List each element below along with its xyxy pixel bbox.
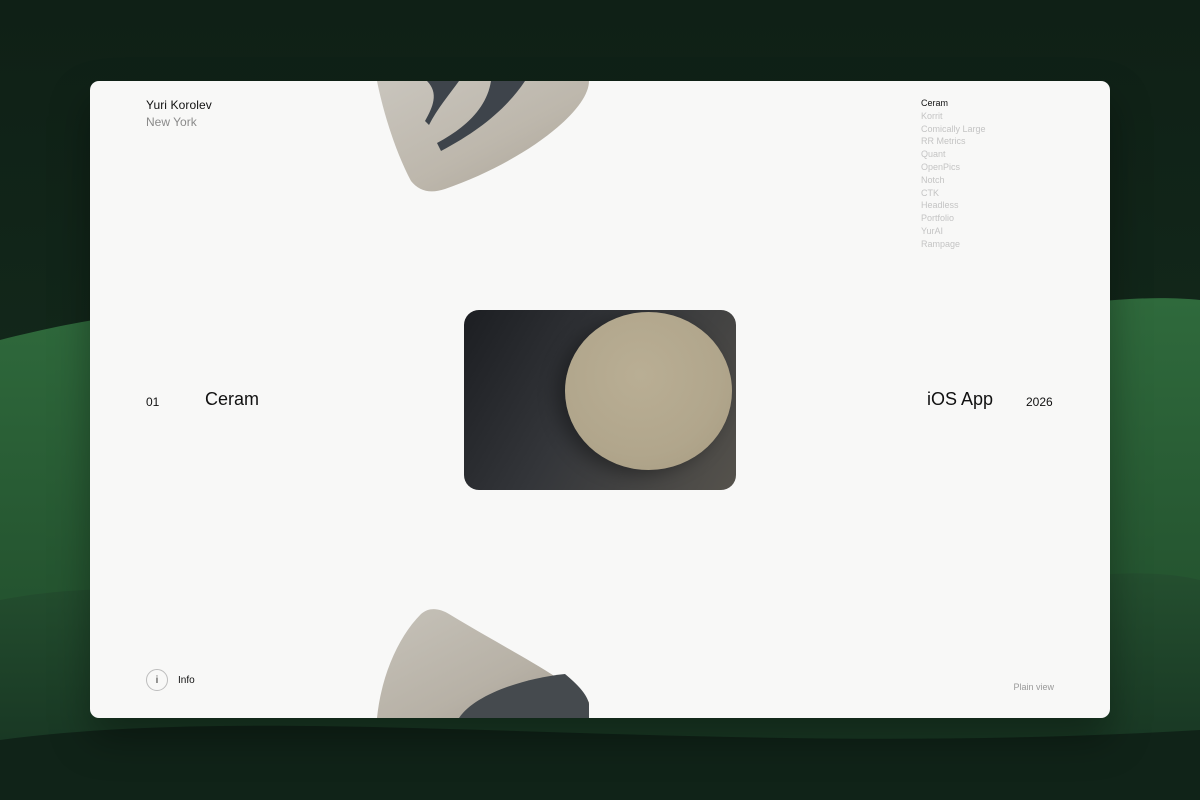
info-button[interactable]: i Info	[146, 669, 195, 691]
project-nav-item-ctk[interactable]: CTK	[921, 187, 986, 200]
project-nav-item-notch[interactable]: Notch	[921, 174, 986, 187]
project-nav: Ceram Korrit Comically Large RR Metrics …	[921, 97, 986, 251]
project-year: 2026	[1026, 395, 1053, 409]
info-label[interactable]: Info	[178, 675, 195, 686]
project-index: 01	[146, 395, 160, 409]
info-icon[interactable]: i	[146, 669, 168, 691]
project-nav-item-quant[interactable]: Quant	[921, 148, 986, 161]
project-title[interactable]: Ceram	[205, 389, 259, 410]
project-nav-item-portfolio[interactable]: Portfolio	[921, 212, 986, 225]
ceramic-plate-image	[565, 312, 732, 470]
project-nav-item-comically-large[interactable]: Comically Large	[921, 123, 986, 136]
project-preview-card[interactable]	[464, 310, 736, 490]
previous-project-image[interactable]	[375, 81, 591, 193]
owner-name[interactable]: Yuri Korolev	[146, 98, 212, 112]
plain-view-link[interactable]: Plain view	[1013, 682, 1054, 692]
next-project-image[interactable]	[375, 608, 591, 718]
project-nav-item-rampage[interactable]: Rampage	[921, 238, 986, 251]
project-nav-item-rr-metrics[interactable]: RR Metrics	[921, 135, 986, 148]
project-nav-item-headless[interactable]: Headless	[921, 199, 986, 212]
project-nav-item-openpics[interactable]: OpenPics	[921, 161, 986, 174]
project-type: iOS App	[927, 389, 994, 409]
portfolio-window: Yuri Korolev New York Ceram Korrit Comic…	[90, 81, 1110, 718]
owner-city: New York	[146, 115, 197, 129]
project-nav-item-korrit[interactable]: Korrit	[921, 110, 986, 123]
project-nav-item-ceram[interactable]: Ceram	[921, 97, 986, 110]
project-nav-item-yurai[interactable]: YurAI	[921, 225, 986, 238]
